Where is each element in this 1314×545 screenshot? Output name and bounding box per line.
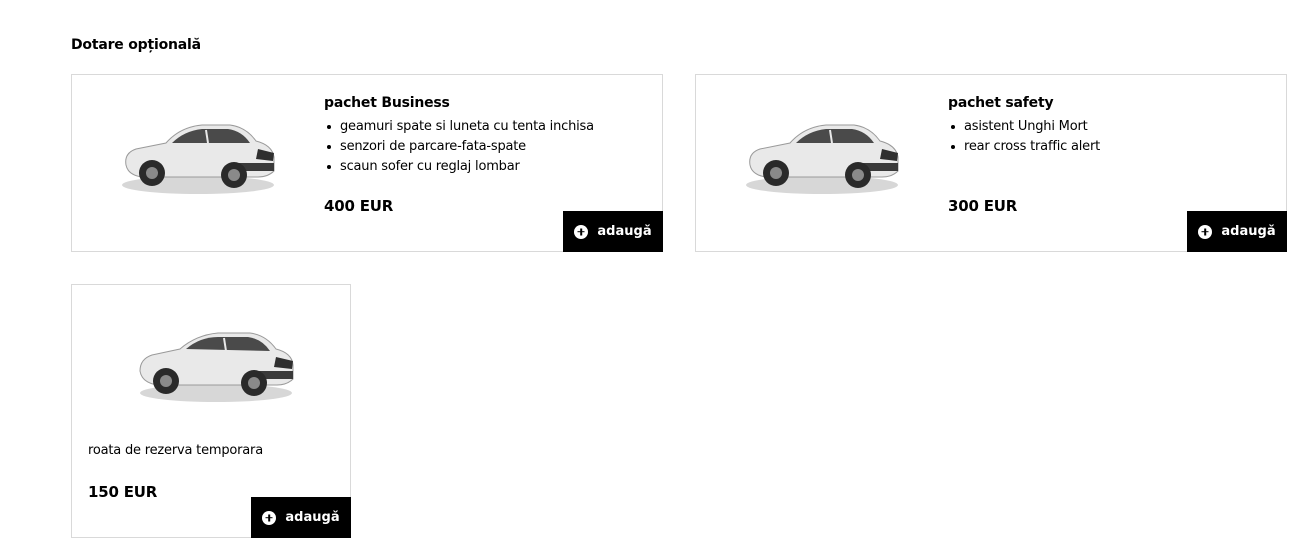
option-card-business: pachet Business geamuri spate si luneta … [71,74,663,252]
car-image-icon [122,124,275,194]
add-button[interactable]: adaugă [1187,211,1287,252]
option-description: roata de rezerva temporara [88,443,263,458]
option-price: 300 EUR [948,197,1018,215]
feature-list: asistent Unghi Mort rear cross traffic a… [948,117,1100,157]
option-price: 400 EUR [324,197,394,215]
feature-item: asistent Unghi Mort [948,117,1100,137]
add-button[interactable]: adaugă [251,497,351,538]
add-button-label: adaugă [285,510,340,525]
section-title: Dotare opțională [71,37,201,53]
plus-circle-icon [574,224,589,239]
add-button[interactable]: adaugă [563,211,663,252]
option-title: pachet Business [324,95,450,111]
car-image-icon [139,332,294,402]
option-title: pachet safety [948,95,1054,111]
plus-circle-icon [1198,224,1213,239]
feature-item: senzori de parcare-fata-spate [324,137,594,157]
feature-item: rear cross traffic alert [948,137,1100,157]
option-card-safety: pachet safety asistent Unghi Mort rear c… [695,74,1287,252]
feature-item: scaun sofer cu reglaj lombar [324,157,594,177]
option-price: 150 EUR [88,483,158,501]
add-button-label: adaugă [1221,224,1276,239]
feature-list: geamuri spate si luneta cu tenta inchisa… [324,117,594,177]
add-button-label: adaugă [597,224,652,239]
option-card-spare-wheel: roata de rezerva temporara 150 EUR adaug… [71,284,351,538]
car-image-icon [746,124,899,194]
plus-circle-icon [262,510,277,525]
feature-item: geamuri spate si luneta cu tenta inchisa [324,117,594,137]
